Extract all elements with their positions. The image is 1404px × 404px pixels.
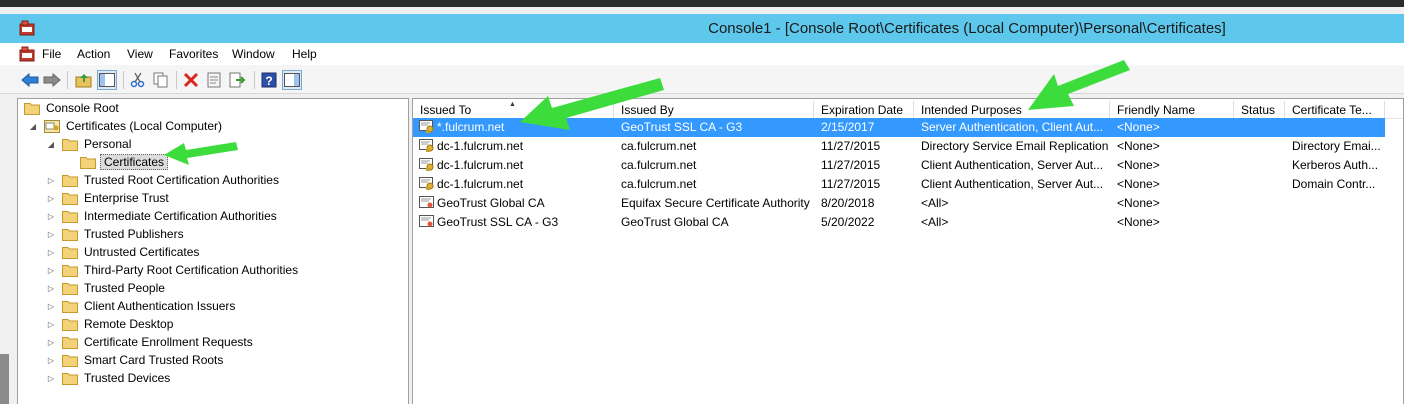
annotation-arrow-intended-purposes-icon	[1028, 60, 1130, 110]
annotation-arrow-certificates-icon	[164, 142, 238, 165]
annotation-arrows	[164, 60, 1130, 165]
annotation-arrow-fulcrum-icon	[520, 78, 664, 130]
